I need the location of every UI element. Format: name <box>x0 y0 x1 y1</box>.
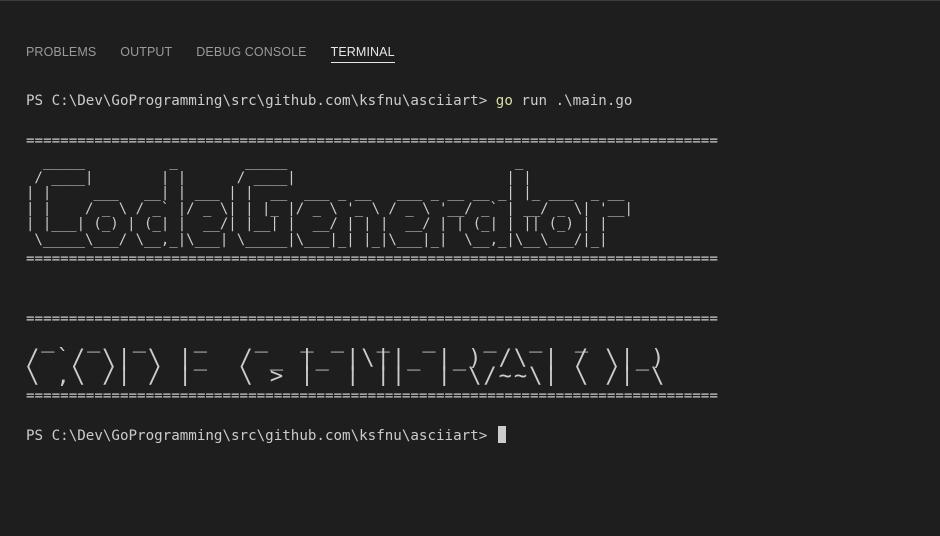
separator-line: ========================================… <box>26 250 718 267</box>
terminal-panel: PROBLEMS OUTPUT DEBUG CONSOLE TERMINAL P… <box>0 0 940 536</box>
tab-output[interactable]: OUTPUT <box>120 37 172 63</box>
panel-tabs: PROBLEMS OUTPUT DEBUG CONSOLE TERMINAL <box>26 37 419 71</box>
command-args: run .\main.go <box>512 93 633 109</box>
command-keyword: go <box>495 93 513 109</box>
ascii-art-big-banner: _____ _ _____ _ / ____| | | / ____| | | … <box>26 155 633 248</box>
separator-line: ========================================… <box>26 387 718 404</box>
separator-line: ========================================… <box>26 133 718 149</box>
text-cursor <box>497 425 506 443</box>
command-line: PS C:\Dev\GoProgramming\src\github.com\k… <box>26 91 936 111</box>
ascii-art-small-banner: _ _ _ _ _ _ _ _ _ _ _ _ / `/ \| \ |_ / _… <box>26 331 667 386</box>
tab-problems[interactable]: PROBLEMS <box>26 37 96 63</box>
tab-terminal[interactable]: TERMINAL <box>330 37 395 63</box>
final-prompt-line[interactable]: PS C:\Dev\GoProgramming\src\github.com\k… <box>26 425 936 446</box>
prompt: PS C:\Dev\GoProgramming\src\github.com\k… <box>26 427 496 444</box>
separator-line: ========================================… <box>26 310 718 327</box>
prompt: PS C:\Dev\GoProgramming\src\github.com\k… <box>26 93 496 109</box>
tab-debug-console[interactable]: DEBUG CONSOLE <box>196 37 306 63</box>
terminal-output[interactable]: PS C:\Dev\GoProgramming\src\github.com\k… <box>26 91 936 446</box>
